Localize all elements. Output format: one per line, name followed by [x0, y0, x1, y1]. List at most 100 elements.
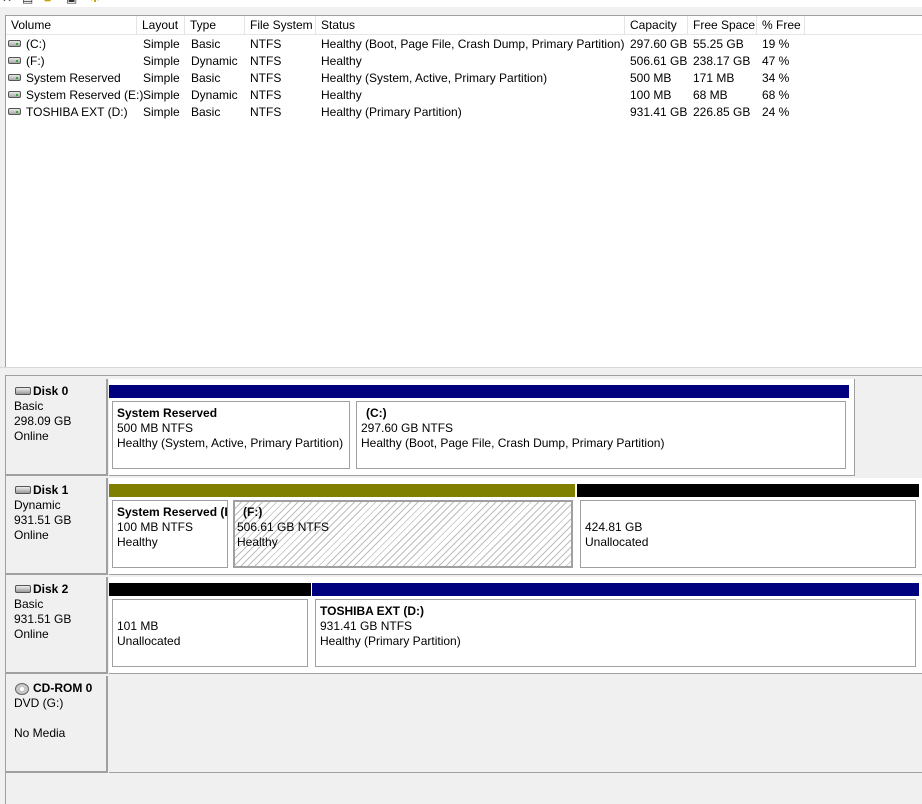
volume-name: (F:) [26, 54, 45, 68]
volume-free-space: 238.17 GB [693, 54, 751, 68]
column-header-layout[interactable]: Layout [137, 16, 185, 34]
disk-label-cdrom0[interactable]: CD-ROM 0 DVD (G:) No Media [6, 676, 108, 773]
disk-label-disk0[interactable]: Disk 0 Basic 298.09 GB Online [6, 379, 108, 476]
volume-fs: NTFS [250, 105, 282, 119]
partition-unallocated[interactable]: 101 MB Unallocated [109, 583, 311, 670]
volume-layout: Simple [143, 37, 180, 51]
volume-capacity: 500 MB [630, 71, 672, 85]
column-header-capacity[interactable]: Capacity [625, 16, 688, 34]
disk-graphical-view: Disk 0 Basic 298.09 GB Online System Res… [5, 375, 922, 804]
partition-detail: 931.41 GB NTFS [320, 619, 413, 633]
drive-icon [8, 108, 21, 115]
disk-icon [15, 387, 31, 395]
volume-fs: NTFS [250, 71, 282, 85]
volume-type: Dynamic [191, 88, 238, 102]
disk-icon [15, 486, 31, 494]
disk-size: 931.51 GB [14, 612, 72, 626]
volume-row[interactable]: System Reserved Simple Basic NTFS Health… [6, 70, 922, 87]
volume-free-space: 68 MB [693, 88, 728, 102]
partition-bar [109, 385, 353, 398]
disk-partitions-disk1: System Reserved (E:) 100 MB NTFS Healthy… [109, 478, 922, 575]
volume-type: Basic [191, 37, 221, 51]
disk-status: Online [14, 528, 49, 542]
partition-status: Healthy (System, Active, Primary Partiti… [117, 436, 344, 450]
volume-capacity: 100 MB [630, 88, 672, 102]
partition-body: System Reserved (E:) 100 MB NTFS Healthy [112, 500, 228, 568]
partition-status: Healthy [117, 535, 158, 549]
disk-type: Basic [14, 597, 44, 611]
column-header-type[interactable]: Type [185, 16, 245, 34]
volume-fs: NTFS [250, 54, 282, 68]
volume-row[interactable]: TOSHIBA EXT (D:) Simple Basic NTFS Healt… [6, 104, 922, 121]
volume-name: (C:) [26, 37, 46, 51]
volume-name: TOSHIBA EXT (D:) [26, 105, 128, 119]
partition-system-reserved[interactable]: System Reserved 500 MB NTFS Healthy (Sys… [109, 385, 353, 472]
partition-unallocated[interactable]: 424.81 GB Unallocated [577, 484, 919, 571]
volume-status: Healthy (Boot, Page File, Crash Dump, Pr… [321, 37, 625, 51]
partition-bar [353, 385, 849, 398]
drive-icon [8, 91, 21, 98]
volume-fs: NTFS [250, 37, 282, 51]
volume-list-header: Volume Layout Type File System Status Ca… [6, 16, 922, 35]
volume-name: System Reserved (E:) [26, 88, 144, 102]
partition-body: (C:) 297.60 GB NTFS Healthy (Boot, Page … [356, 401, 846, 469]
partition-title: (F:) [243, 505, 263, 519]
partition-detail: 101 MB [117, 619, 159, 633]
partition-bar [109, 583, 311, 596]
volume-layout: Simple [143, 88, 180, 102]
disk-name: Disk 2 [33, 582, 69, 596]
cdrom-partitions-empty [109, 676, 922, 773]
drive-icon [8, 57, 21, 64]
disk-type: Basic [14, 399, 44, 413]
partition-detail: 500 MB NTFS [117, 421, 194, 435]
partition-body-selected: (F:) 506.61 GB NTFS Healthy [233, 500, 573, 568]
column-header-status[interactable]: Status [316, 16, 625, 34]
partition-title: (C:) [366, 406, 387, 420]
volume-capacity: 506.61 GB [630, 54, 688, 68]
disk-status: Online [14, 429, 49, 443]
volume-status: Healthy (System, Active, Primary Partiti… [321, 71, 548, 85]
volume-list[interactable]: Volume Layout Type File System Status Ca… [5, 15, 922, 368]
disk-label-disk1[interactable]: Disk 1 Dynamic 931.51 GB Online [6, 478, 108, 575]
settings-icon[interactable]: ✱ [90, 0, 102, 5]
drive-icon [8, 74, 21, 81]
disk-partitions-disk2: 101 MB Unallocated TOSHIBA EXT (D:) 931.… [109, 577, 922, 674]
cd-icon [15, 683, 29, 695]
disk-icon [15, 585, 31, 593]
volume-layout: Simple [143, 105, 180, 119]
disk-name: Disk 0 [33, 384, 69, 398]
partition-toshiba-ext[interactable]: TOSHIBA EXT (D:) 931.41 GB NTFS Healthy … [312, 583, 919, 670]
volume-row[interactable]: (F:) Simple Dynamic NTFS Healthy 506.61 … [6, 53, 922, 70]
partition-system-reserved-e[interactable]: System Reserved (E:) 100 MB NTFS Healthy [109, 484, 231, 571]
volume-percent-free: 24 % [762, 105, 790, 119]
column-header-volume[interactable]: Volume [6, 16, 137, 34]
zoom-icon[interactable]: ▣ [66, 0, 78, 5]
volume-percent-free: 19 % [762, 37, 790, 51]
volume-row[interactable]: (C:) Simple Basic NTFS Healthy (Boot, Pa… [6, 36, 922, 53]
volume-percent-free: 68 % [762, 88, 790, 102]
cdrom-media: No Media [14, 726, 66, 740]
disk-label-disk2[interactable]: Disk 2 Basic 931.51 GB Online [6, 577, 108, 674]
help-icon[interactable]: ■ [44, 0, 56, 5]
volume-free-space: 226.85 GB [693, 105, 751, 119]
volume-type: Basic [191, 71, 221, 85]
volume-status: Healthy (Primary Partition) [321, 105, 462, 119]
back-icon[interactable]: ✕ [2, 0, 14, 5]
cdrom-name: CD-ROM 0 [33, 681, 93, 695]
volume-capacity: 931.41 GB [630, 105, 688, 119]
column-header-free-space[interactable]: Free Space [688, 16, 757, 34]
column-header-percent-free[interactable]: % Free [757, 16, 805, 34]
partition-status: Healthy (Primary Partition) [320, 634, 461, 648]
disk-size: 931.51 GB [14, 513, 72, 527]
volume-fs: NTFS [250, 88, 282, 102]
partition-c-drive[interactable]: (C:) 297.60 GB NTFS Healthy (Boot, Page … [353, 385, 849, 472]
column-header-file-system[interactable]: File System [245, 16, 316, 34]
partition-title: TOSHIBA EXT (D:) [320, 604, 424, 618]
volume-row[interactable]: System Reserved (E:) Simple Dynamic NTFS… [6, 87, 922, 104]
toolbar: ✕ ▤ ■ ▣ ✱ [0, 0, 922, 7]
partition-body: TOSHIBA EXT (D:) 931.41 GB NTFS Healthy … [315, 599, 916, 667]
drive-icon [8, 40, 21, 47]
properties-icon[interactable]: ▤ [22, 0, 34, 5]
partition-detail: 297.60 GB NTFS [361, 421, 454, 435]
partition-f-drive[interactable]: (F:) 506.61 GB NTFS Healthy [231, 484, 575, 571]
